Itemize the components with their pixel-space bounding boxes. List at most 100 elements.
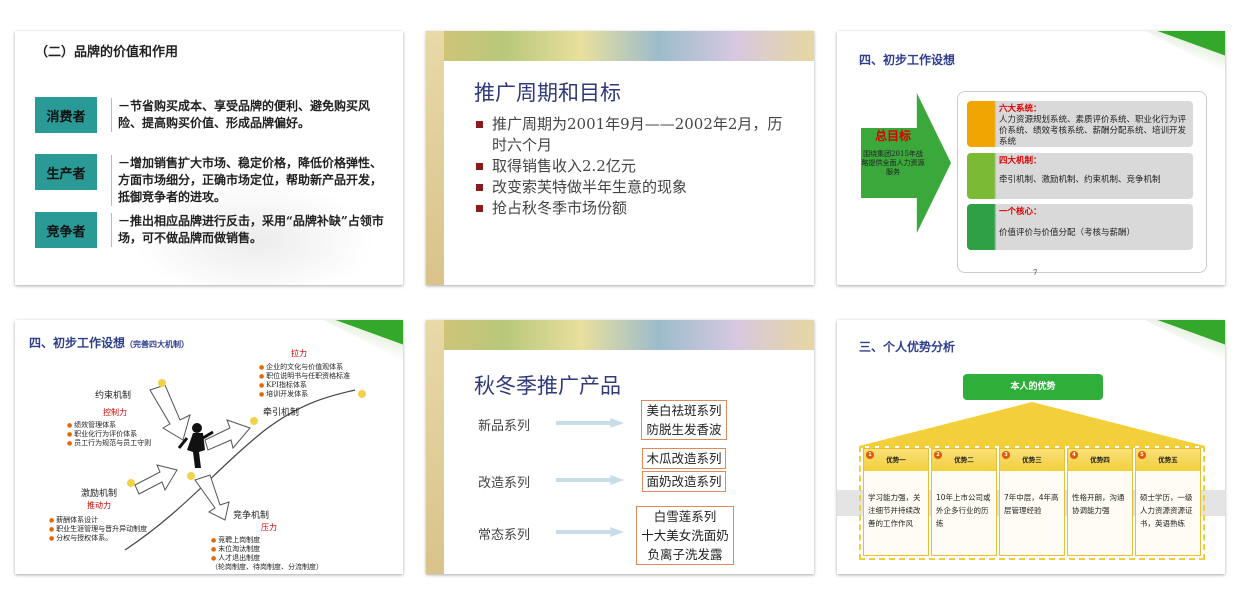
roof-shape [859,402,1205,446]
compete-note: （轮岗制度、待岗制度、分流制度） [211,563,323,571]
pillar-3: 3 优势三 7年中层，4年高层管理经验 [999,448,1065,556]
pressure-force-arrow [194,474,230,521]
pillar-title: 优势三 [1022,456,1042,464]
slide-title: 三、个人优势分析 [859,340,956,354]
list-item: KPI指标体系 [259,381,350,390]
pillar-title: 优势二 [954,456,974,464]
pillar-header: 4 优势四 [1068,449,1132,471]
pillar-number: 1 [866,451,874,459]
bullet-item: 改变索芙特做半年生意的现象 [476,177,792,198]
goal-box: 总目标 围绕集团2015年战略提供全面人力资源服务 [861,127,925,199]
arrow-icon [556,527,624,537]
bullet-item: 推广周期为2001年9月——2002年2月，历时六个月 [476,114,792,156]
slide-four-mechanisms[interactable]: 四、初步工作设想（完善四大机制） 拉力 企业的文化与价值观体系 职位说明书与任职… [15,320,403,574]
product-item: 白雪莲系列 [653,509,717,524]
constrain-items: 绩效管理体系 职业化行为评价体系 员工行为规范与员工守则 [67,421,151,448]
category-new: 新品系列 [478,419,531,434]
category-revamp: 改造系列 [478,476,531,491]
page-number: 7 [1033,269,1038,277]
pillar-text: 性格开朗，沟通协调能力强 [1072,493,1125,515]
product-item: 木瓜改造系列 [642,448,726,469]
product-item: 负离子洗发露 [647,547,723,562]
bullet-item: 抢占秋冬季市场份额 [476,198,792,219]
text-competitor: －推出相应品牌进行反击，采用“品牌补缺”占领市场，可不做品牌而做销售。 [111,213,388,247]
pull-items: 企业的文化与价值观体系 职位说明书与任职资格标准 KPI指标体系 培训开发体系 [259,363,350,399]
slide-personal-strengths[interactable]: 三、个人优势分析 本人的优势 1 优势一 学习能力强，关注细节并持续改善的工作作风… [837,320,1225,574]
slide-title: 四、初步工作设想 [859,53,956,67]
pillar-5: 5 优势五 硕士学历，一级人力资源资源证书，英语熟练 [1135,448,1201,556]
lightbulb-icon [358,390,366,398]
category-regular: 常态系列 [478,528,531,543]
pillar-number: 4 [1070,451,1078,459]
page-curl-decoration [1145,31,1225,71]
row-one-core: 一个核心： 价值评价与价值分配（考核与薪酬） [967,204,1193,250]
force-label-pressure: 压力 [261,523,277,532]
force-label-pull: 拉力 [291,349,307,358]
product-item: 十大美女洗面奶 [641,528,729,543]
pull-force-arrow [204,419,251,451]
decorative-side [426,320,444,574]
list-item: 职业化行为评价体系 [67,430,151,439]
pillar-4: 4 优势四 性格开朗，沟通协调能力强 [1067,448,1133,556]
incentive-items: 薪酬体系设计 职业生涯管理与晋升异动制度 分权与授权体系。 [49,516,147,543]
strengths-banner: 本人的优势 [963,374,1103,400]
compete-items: 竞聘上岗制度 末位淘汰制度 人才退出制度 （轮岗制度、待岗制度、分流制度） [211,536,323,572]
label-competitor: 竞争者 [35,212,97,248]
list-item: 企业的文化与价值观体系 [259,363,350,372]
row-body: 牵引机制、激励机制、约束机制、竞争机制 [999,175,1161,185]
pillar-1: 1 优势一 学习能力强，关注细节并持续改善的工作作风 [863,448,929,556]
pillar-header: 2 优势二 [932,449,996,471]
row-body: 价值评价与价值分配（考核与薪酬） [999,228,1136,238]
product-item: 面奶改造系列 [642,471,726,492]
pillar-header: 5 优势五 [1136,449,1200,471]
bullet-item: 取得销售收入2.2亿元 [476,156,792,177]
slide-autumn-products[interactable]: 秋冬季推广产品 新品系列 美白祛斑系列 防脱生发香波 改造系列 木瓜改造系列 面… [426,320,814,574]
decorative-banner [426,320,814,350]
row-body: 人力资源规划系统、素质评价系统、职业化行为评价系统、绩效考核系统、薪酬分配系统、… [999,115,1187,147]
control-force-arrow [149,384,191,441]
product-box-new: 美白祛斑系列 防脱生发香波 [641,400,727,440]
list-item: 员工行为规范与员工守则 [67,439,151,448]
pillar-text: 10年上市公司或外企多行业的历练 [936,493,991,528]
pillar-title: 优势五 [1158,456,1178,464]
lightbulb-icon [250,417,258,425]
decorative-banner [426,31,814,61]
lightbulb-icon [158,379,166,387]
pillar-header: 3 优势三 [1000,449,1064,471]
product-box-regular: 白雪莲系列 十大美女洗面奶 负离子洗发露 [636,506,734,565]
goal-title: 总目标 [874,129,911,143]
slide-work-plan[interactable]: 四、初步工作设想 总目标 围绕集团2015年战略提供全面人力资源服务 六大系统：… [837,31,1225,285]
row-four-mechanisms: 四大机制： 牵引机制、激励机制、约束机制、竞争机制 [967,153,1193,199]
product-box-revamp: 木瓜改造系列 面奶改造系列 [641,447,727,493]
label-producer: 生产者 [35,154,97,190]
list-item: 竞聘上岗制度 [211,536,323,545]
lightbulb-icon [187,472,195,480]
slide-brand-value[interactable]: （二）品牌的价值和作用 消费者 －节省购买成本、享受品牌的便利、避免购买风险、提… [15,31,403,285]
slide-promotion-goals[interactable]: 推广周期和目标 推广周期为2001年9月——2002年2月，历时六个月 取得销售… [426,31,814,285]
pillar-text: 7年中层，4年高层管理经验 [1004,493,1059,515]
pillar-text: 学习能力强，关注细节并持续改善的工作作风 [868,493,921,528]
compete-mechanism-label: 竞争机制 [233,511,270,521]
text-consumer: －节省购买成本、享受品牌的便利、避免购买风险、提高购买价值、形成品牌偏好。 [111,98,388,132]
pillar-title: 优势四 [1090,456,1110,464]
row-six-systems: 六大系统： 人力资源规划系统、素质评价系统、职业化行为评价系统、绩效考核系统、薪… [967,101,1193,147]
pillar-number: 3 [1002,451,1010,459]
product-item: 美白祛斑系列 [646,403,722,418]
slide-title: 推广周期和目标 [474,81,621,105]
row-head: 一个核心： [999,207,1042,217]
list-item: 职业生涯管理与晋升异动制度 [49,525,147,534]
pillar-number: 2 [934,451,942,459]
pillar-title: 优势一 [886,456,906,464]
pillar-header: 1 优势一 [864,449,928,471]
push-force-arrow [134,464,178,495]
label-consumer: 消费者 [35,97,97,133]
row-head: 四大机制： [999,156,1042,166]
goal-text: 围绕集团2015年战略提供全面人力资源服务 [861,150,925,176]
pillar-2: 2 优势二 10年上市公司或外企多行业的历练 [931,448,997,556]
slide-title: 秋冬季推广产品 [474,374,621,398]
pillar-number: 5 [1138,451,1146,459]
product-item: 防脱生发香波 [646,422,722,437]
pillar-text: 硕士学历，一级人力资源资源证书，英语熟练 [1140,493,1193,528]
list-item: 职位说明书与任职资格标准 [259,372,350,381]
bullet-list: 推广周期为2001年9月——2002年2月，历时六个月 取得销售收入2.2亿元 … [476,114,792,219]
